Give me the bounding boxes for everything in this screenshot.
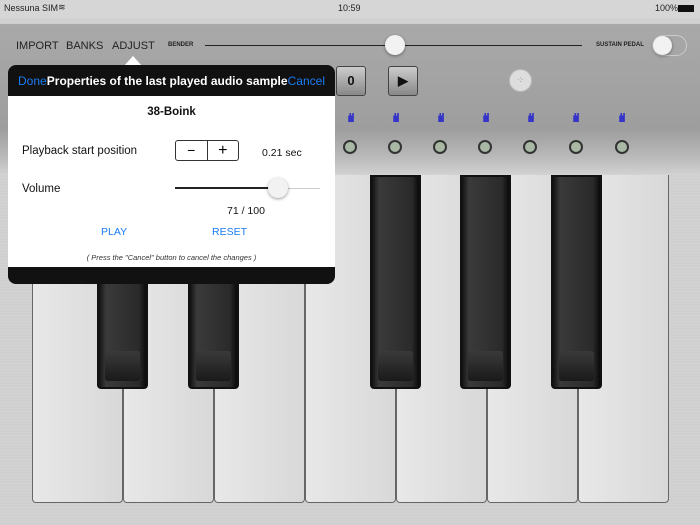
sample-led [433, 140, 447, 154]
sample-waveform-icon[interactable]: ılıl [519, 111, 541, 125]
sample-name: 38-Boink [147, 106, 196, 118]
popover-body: 38-Boink Playback start position − + 0.2… [8, 96, 335, 267]
import-button[interactable]: IMPORT [16, 40, 59, 52]
sample-led [478, 140, 492, 154]
black-key[interactable] [370, 175, 421, 389]
volume-value: 71 / 100 [227, 205, 265, 217]
midi-icon[interactable]: ⁘ [509, 69, 532, 92]
playback-stepper[interactable]: − + [175, 140, 239, 161]
cancel-hint: ( Press the "Cancel" button to cancel th… [86, 253, 257, 262]
sample-led [388, 140, 402, 154]
black-key[interactable] [551, 175, 602, 389]
clock: 10:59 [338, 3, 361, 13]
sustain-toggle[interactable] [652, 35, 687, 56]
play-sample-button[interactable]: PLAY [101, 226, 127, 238]
sample-led [343, 140, 357, 154]
sample-waveform-icon[interactable]: ılıl [610, 111, 632, 125]
increment-button[interactable]: + [208, 141, 239, 160]
volume-slider-thumb[interactable] [267, 178, 288, 198]
wifi-icon: ≋ [58, 2, 66, 12]
volume-slider[interactable] [175, 187, 320, 189]
sample-waveform-icon[interactable]: ılıl [384, 111, 406, 125]
sample-waveform-icon[interactable]: ılıl [339, 111, 361, 125]
cancel-button[interactable]: Cancel [288, 74, 325, 88]
battery-icon [678, 5, 694, 12]
decrement-button[interactable]: − [176, 141, 208, 160]
adjust-button[interactable]: ADJUST [112, 40, 155, 52]
done-button[interactable]: Done [18, 74, 47, 88]
reset-button[interactable]: RESET [212, 226, 247, 238]
volume-label: Volume [22, 183, 61, 195]
playback-value: 0.21 sec [262, 147, 302, 159]
status-bar: Nessuna SIM ≋ 10:59 100% [0, 0, 700, 18]
playback-label: Playback start position [22, 145, 138, 157]
carrier: Nessuna SIM [4, 3, 59, 13]
popover-header: Done Properties of the last played audio… [8, 65, 335, 96]
counter-display[interactable]: 0 [336, 66, 366, 96]
sample-led [523, 140, 537, 154]
sample-properties-popover: Done Properties of the last played audio… [8, 65, 335, 284]
popover-title: Properties of the last played audio samp… [46, 73, 288, 88]
play-button[interactable]: ▶ [388, 66, 418, 96]
sample-waveform-icon[interactable]: ılıl [474, 111, 496, 125]
battery-text: 100% [655, 3, 679, 13]
volume-slider-fill [175, 187, 278, 189]
bender-slider-thumb[interactable] [385, 35, 405, 55]
play-icon: ▶ [398, 73, 408, 88]
sustain-label: SUSTAIN PEDAL [596, 42, 644, 48]
black-key[interactable] [460, 175, 511, 389]
banks-button[interactable]: BANKS [66, 40, 103, 52]
bender-label: BENDER [168, 42, 194, 48]
sample-led [569, 140, 583, 154]
sample-waveform-icon[interactable]: ılıl [564, 111, 586, 125]
sample-led [615, 140, 629, 154]
sample-waveform-icon[interactable]: ılıl [429, 111, 451, 125]
